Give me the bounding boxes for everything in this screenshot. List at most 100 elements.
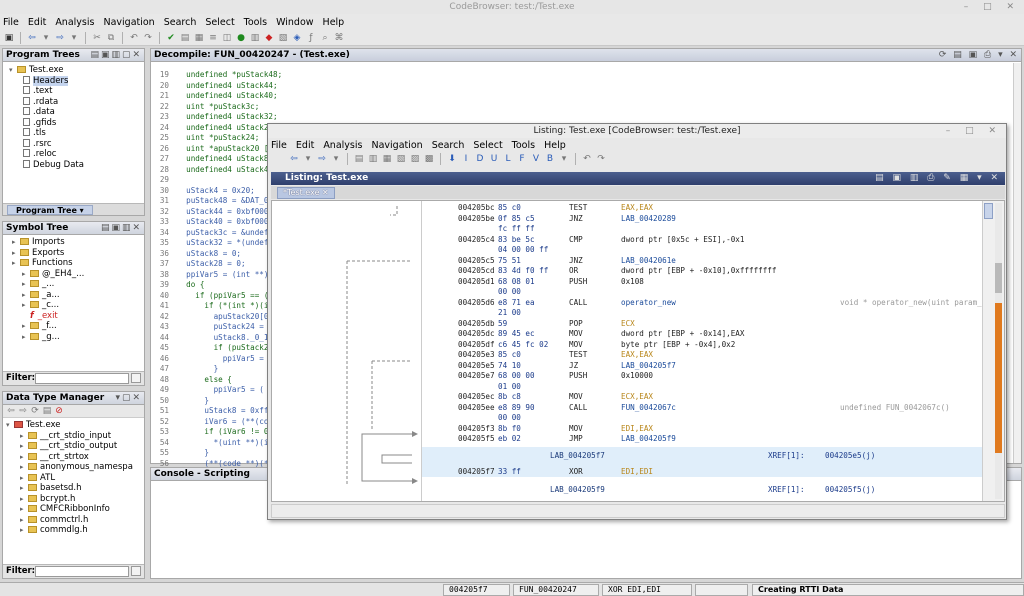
listing-scrollbar[interactable]: [982, 201, 1004, 501]
nav-data-icon[interactable]: ▥: [367, 153, 379, 165]
listing-row[interactable]: 00 00: [422, 287, 982, 298]
code-line[interactable]: 19 undefined *puStack48;: [151, 70, 1021, 81]
data-type-item[interactable]: ▸ commctrl.h: [6, 515, 144, 526]
filter-options-icon[interactable]: [131, 373, 141, 383]
u-icon[interactable]: U: [488, 153, 500, 165]
menu-select[interactable]: Select: [205, 17, 234, 28]
label-row[interactable]: LAB_004205f9 XREF[1]: 004205f5(j): [422, 485, 982, 496]
dropdown-icon[interactable]: ▾: [330, 153, 342, 165]
python-icon[interactable]: ⌘: [333, 32, 345, 44]
script-icon[interactable]: ▧: [277, 32, 289, 44]
forward-icon[interactable]: ⇨: [18, 405, 30, 417]
tree-item-gfids[interactable]: .gfids: [9, 117, 144, 129]
undo-icon[interactable]: ↶: [128, 32, 140, 44]
code-line[interactable]: 20 undefined4 uStack44;: [151, 81, 1021, 92]
listing-menu-edit[interactable]: Edit: [296, 140, 314, 151]
copy-icon[interactable]: ⧉: [105, 32, 117, 44]
filter-options-icon[interactable]: [131, 566, 141, 576]
listing-menu-search[interactable]: Search: [432, 140, 465, 151]
symbol-tree-item[interactable]: ▸ @_EH4_...: [6, 269, 144, 280]
expand-icon[interactable]: ▸: [20, 483, 28, 494]
window-controls[interactable]: – □ ✕: [946, 124, 1002, 138]
back-icon[interactable]: ⇦: [6, 405, 18, 417]
menu-help[interactable]: Help: [323, 17, 345, 28]
sync-icon[interactable]: ⟳: [30, 405, 42, 417]
overview-bar[interactable]: [995, 203, 1002, 499]
v-icon[interactable]: V: [530, 153, 542, 165]
data-icon[interactable]: ◫: [221, 32, 233, 44]
listing-row[interactable]: 004205cd 83 4d f0 ff OR dword ptr [EBP + -0…: [422, 266, 982, 277]
expand-icon[interactable]: ▸: [20, 441, 28, 452]
menu-edit[interactable]: Edit: [28, 17, 46, 28]
undo-icon[interactable]: ↶: [581, 153, 593, 165]
data-type-item[interactable]: ▸ basetsd.h: [6, 483, 144, 494]
redo-icon[interactable]: ↷: [142, 32, 154, 44]
tab-test-exe[interactable]: *Test.exe ✕: [277, 187, 335, 199]
symbol-tree-item[interactable]: ▸ _g...: [6, 332, 144, 343]
disk-icon[interactable]: ▤: [179, 32, 191, 44]
code-icon[interactable]: ≡: [207, 32, 219, 44]
d-icon[interactable]: D: [474, 153, 486, 165]
expand-icon[interactable]: ▸: [22, 332, 30, 343]
nav-label-icon[interactable]: ▧: [395, 153, 407, 165]
listing-row[interactable]: 004205e7 68 00 00 PUSH 0x10000: [422, 371, 982, 382]
symbol-tree-item[interactable]: ▸ Functions: [6, 258, 144, 269]
symbol-tree-item[interactable]: ▸ Exports: [6, 248, 144, 259]
expand-icon[interactable]: ▸: [20, 462, 28, 473]
data-type-item[interactable]: ▸ __crt_strtox: [6, 452, 144, 463]
tree-item-text[interactable]: .text: [9, 86, 144, 97]
nav-func-icon[interactable]: ▦: [381, 153, 393, 165]
data-type-item[interactable]: ▸ CMFCRibbonInfo: [6, 504, 144, 515]
forward-icon[interactable]: ⇨: [316, 153, 328, 165]
run-icon[interactable]: ●: [235, 32, 247, 44]
panel-tools[interactable]: ▾▢✕: [115, 392, 142, 404]
listing-row[interactable]: 004205c5 75 51 JNZ LAB_0042061e: [422, 256, 982, 267]
nav-bytes-icon[interactable]: ▤: [353, 153, 365, 165]
listing-row[interactable]: 004205db 59 POP ECX: [422, 319, 982, 330]
expand-icon[interactable]: ▸: [20, 452, 28, 463]
listing-row[interactable]: 004205dc 89 45 ec MOV dword ptr [EBP + -0x1…: [422, 329, 982, 340]
window-controls[interactable]: – □ ✕: [964, 0, 1020, 14]
dropdown-icon[interactable]: ▾: [40, 32, 52, 44]
tree-root[interactable]: ▾ Test.exe: [9, 65, 144, 76]
symbol-tree-item[interactable]: f _exit: [6, 311, 144, 322]
listing-row[interactable]: 004205c4 83 be 5c CMP dword ptr [0x5c + ESI…: [422, 235, 982, 246]
menu-window[interactable]: Window: [276, 17, 313, 28]
tree-item-tls[interactable]: .tls: [9, 128, 144, 139]
data-type-item[interactable]: ▸ __crt_stdio_input: [6, 431, 144, 442]
data-type-item[interactable]: ▸ commdlg.h: [6, 525, 144, 536]
listing-row[interactable]: 00 00: [422, 413, 982, 424]
symbol-tree-item[interactable]: ▸ _...: [6, 279, 144, 290]
f-icon[interactable]: F: [516, 153, 528, 165]
menu-search[interactable]: Search: [164, 17, 197, 28]
nav-undef-icon[interactable]: ▩: [423, 153, 435, 165]
back-icon[interactable]: ⇦: [288, 153, 300, 165]
expand-icon[interactable]: ▸: [20, 515, 28, 526]
expand-icon[interactable]: ▤: [42, 405, 54, 417]
tree-item-rdata[interactable]: .rdata: [9, 96, 144, 108]
symbol-tree-item[interactable]: ▸ _f...: [6, 321, 144, 332]
tab-program-tree[interactable]: Program Tree ▾: [7, 205, 93, 215]
nav-instr-icon[interactable]: ▨: [409, 153, 421, 165]
listing-row[interactable]: 004205bc 85 c0 TEST EAX,EAX: [422, 203, 982, 214]
expand-icon[interactable]: ▸: [22, 290, 30, 301]
listing-code[interactable]: 004205bc 85 c0 TEST EAX,EAX 004205be 0f 85 c5…: [422, 201, 982, 501]
symbol-tree-item[interactable]: ▸ _a...: [6, 290, 144, 301]
memory-icon[interactable]: ▥: [249, 32, 261, 44]
listing-row[interactable]: 004205e5 74 10 JZ LAB_004205f7: [422, 361, 982, 372]
decompile-scrollbar[interactable]: [1013, 63, 1021, 463]
panel-tools[interactable]: ▤▣▥✕: [101, 222, 142, 234]
listing-menu-help[interactable]: Help: [544, 140, 566, 151]
dtm-filter-input[interactable]: [35, 566, 129, 577]
dtm-root[interactable]: ▾ Test.exe: [6, 420, 144, 431]
expand-icon[interactable]: ▸: [12, 258, 20, 269]
check-icon[interactable]: ✔: [165, 32, 177, 44]
listing-menu-navigation[interactable]: Navigation: [371, 140, 422, 151]
data-type-item[interactable]: ▸ ATL: [6, 473, 144, 484]
listing-row-selected[interactable]: 004205f7 33 ff XOR EDI,EDI: [422, 466, 982, 477]
menu-file[interactable]: File: [3, 17, 19, 28]
cut-icon[interactable]: ✂: [91, 32, 103, 44]
listing-row[interactable]: 04 00 00 ff: [422, 245, 982, 256]
back-icon[interactable]: ⇦: [26, 32, 38, 44]
b-icon[interactable]: B: [544, 153, 556, 165]
